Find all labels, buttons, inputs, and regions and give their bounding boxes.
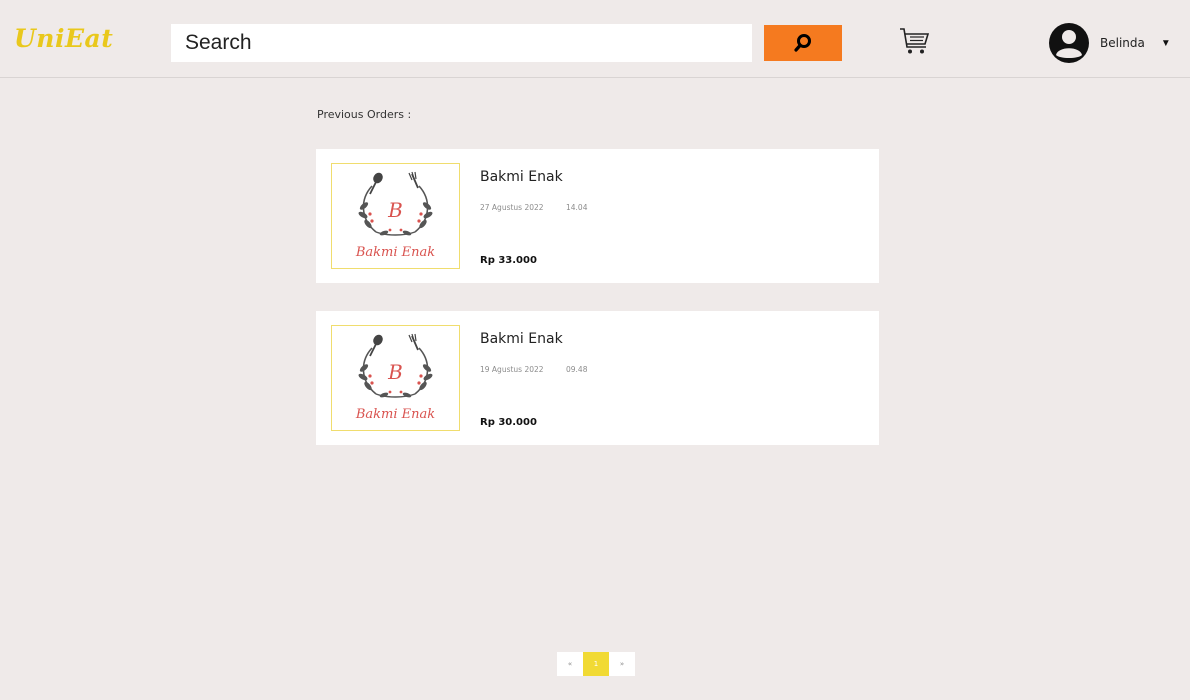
user-name: Belinda — [1100, 36, 1145, 50]
restaurant-name: Bakmi Enak — [480, 169, 563, 185]
logo-text: Bakmi Enak — [355, 245, 435, 260]
pagination: « 1 » — [557, 652, 635, 676]
page-1-button[interactable]: 1 — [583, 652, 609, 676]
user-avatar-icon — [1049, 23, 1089, 63]
order-card[interactable]: B Bakmi Enak Bakmi Enak 27 Agustus 2022 … — [316, 149, 879, 283]
prev-page-button[interactable]: « — [557, 652, 583, 676]
order-date: 27 Agustus 2022 — [480, 203, 544, 212]
order-price: Rp 33.000 — [480, 255, 537, 266]
logo-letter: B — [387, 360, 403, 384]
restaurant-name: Bakmi Enak — [480, 331, 563, 347]
logo-letter: B — [387, 198, 403, 222]
app-logo[interactable]: UniEat — [14, 24, 113, 53]
search-button[interactable] — [764, 25, 842, 61]
caret-down-icon[interactable]: ▼ — [1161, 38, 1171, 49]
order-card[interactable]: B Bakmi Enak Bakmi Enak 19 Agustus 2022 … — [316, 311, 879, 445]
user-menu[interactable]: Belinda ▼ — [1048, 22, 1171, 64]
order-price: Rp 30.000 — [480, 417, 537, 428]
order-time: 09.48 — [566, 365, 588, 374]
next-page-button[interactable]: » — [609, 652, 635, 676]
search-icon — [794, 34, 811, 52]
restaurant-logo: B Bakmi Enak — [331, 163, 460, 269]
cart-icon — [900, 28, 930, 54]
order-date: 19 Agustus 2022 — [480, 365, 544, 374]
page-title: Previous Orders : — [317, 108, 412, 121]
search-input[interactable] — [171, 24, 752, 62]
cart-button[interactable] — [894, 24, 934, 60]
restaurant-logo: B Bakmi Enak — [331, 325, 460, 431]
logo-text: Bakmi Enak — [355, 407, 435, 422]
top-navbar: UniEat Belinda ▼ — [0, 0, 1190, 78]
order-time: 14.04 — [566, 203, 588, 212]
